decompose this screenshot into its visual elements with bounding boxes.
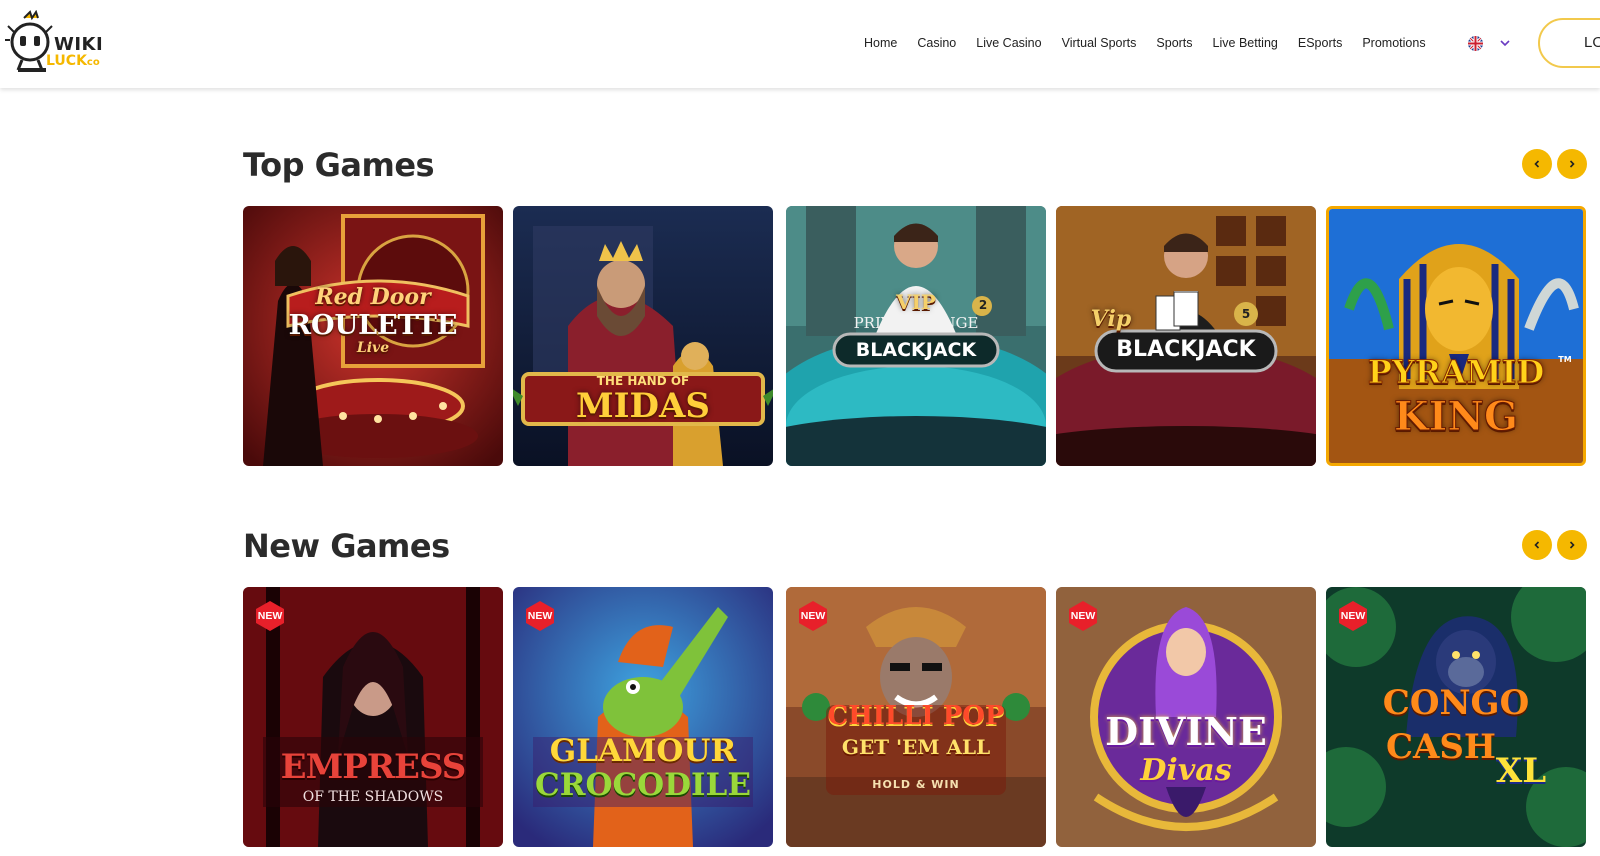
game-title-line1: VIP (896, 290, 936, 314)
nav-promotions[interactable]: Promotions (1362, 36, 1425, 50)
new-badge: NEW (1066, 599, 1100, 633)
game-art (786, 206, 1046, 466)
uk-flag-icon (1468, 35, 1483, 51)
game-title-line1: PYRAMID (1367, 353, 1545, 392)
chevron-right-icon (1569, 541, 1575, 549)
game-tile-glamour-crocodile[interactable]: NEW GLAMOUR CROCODILE (513, 587, 773, 847)
game-table-number: 5 (1241, 307, 1251, 321)
game-title-line3: Live (356, 340, 390, 356)
nav-live-betting[interactable]: Live Betting (1213, 36, 1278, 50)
game-tile-hand-of-midas[interactable]: THE HAND OF MIDAS (513, 206, 773, 466)
game-title-line2: BLACKJACK (1116, 337, 1256, 362)
game-title-line2: KING (1393, 393, 1519, 441)
new-badge: NEW (1336, 599, 1370, 633)
game-title-line1: CONGO (1382, 683, 1530, 723)
game-title-line1: CHILLI POP (827, 701, 1005, 731)
game-tile-vip-prive-blackjack[interactable]: VIP PRIVÉ LOUNGE BLACKJACK 2 (786, 206, 1046, 466)
game-title-line3: XL (1495, 751, 1547, 791)
main-nav: Home Casino Live Casino Virtual Sports S… (864, 32, 1426, 54)
game-trademark: TM (1558, 355, 1572, 364)
game-title-line1: Red Door (315, 284, 431, 310)
game-title-line3: HOLD & WIN (872, 778, 960, 791)
logo-wiki-text: WIKI (54, 34, 104, 55)
new-games-prev-button[interactable] (1522, 530, 1552, 560)
game-tile-red-door-roulette[interactable]: Red Door ROULETTE Live (243, 206, 503, 466)
new-badge: NEW (796, 599, 830, 633)
logo[interactable]: WIKI LUCKco (4, 10, 114, 76)
game-title-line2: CROCODILE (535, 767, 751, 803)
game-title-line2: MIDAS (576, 386, 710, 426)
new-games-next-button[interactable] (1557, 530, 1587, 560)
logo-luck-text: LUCKco (46, 53, 100, 69)
game-tile-congo-cash-xl[interactable]: NEW CONGO CASH XL (1326, 587, 1586, 847)
game-title-line1: EMPRESS (280, 747, 467, 787)
game-art (513, 206, 773, 466)
game-title-line2: OF THE SHADOWS (302, 789, 444, 805)
top-games-prev-button[interactable] (1522, 149, 1552, 179)
chevron-left-icon (1534, 160, 1540, 168)
nav-esports[interactable]: ESports (1298, 36, 1342, 50)
game-title-line1: DIVINE (1105, 709, 1267, 754)
game-tile-empress-of-the-shadows[interactable]: NEW EMPRESS OF THE SHADOWS (243, 587, 503, 847)
nav-casino[interactable]: Casino (917, 36, 956, 50)
top-games-title: Top Games (243, 146, 435, 184)
game-title-line2: PRIVÉ LOUNGE (853, 314, 979, 332)
chevron-down-icon (1500, 40, 1510, 47)
game-title-line2: GET 'EM ALL (841, 735, 991, 759)
game-title-line2: ROULETTE (288, 310, 458, 341)
chevron-right-icon (1569, 160, 1575, 168)
login-button[interactable]: LOGIN (1538, 18, 1600, 68)
game-art (1056, 206, 1316, 466)
nav-sports[interactable]: Sports (1156, 36, 1192, 50)
new-badge: NEW (523, 599, 557, 633)
game-tile-chilli-pop[interactable]: NEW CHILLI POP GET 'EM ALL HOLD & WIN (786, 587, 1046, 847)
language-selector[interactable] (1468, 34, 1516, 52)
top-games-next-button[interactable] (1557, 149, 1587, 179)
game-title-line3: BLACKJACK (855, 339, 977, 361)
new-badge: NEW (253, 599, 287, 633)
game-title-line1: GLAMOUR (549, 733, 737, 769)
chevron-left-icon (1534, 541, 1540, 549)
game-tile-divine-divas[interactable]: NEW DIVINE Divas (1056, 587, 1316, 847)
game-table-number: 2 (978, 298, 988, 312)
game-tile-vip-blackjack[interactable]: Vip BLACKJACK 5 (1056, 206, 1316, 466)
nav-live-casino[interactable]: Live Casino (976, 36, 1041, 50)
site-header: WIKI LUCKco Home Casino Live Casino Virt… (0, 0, 1600, 88)
new-games-title: New Games (243, 527, 450, 565)
nav-home[interactable]: Home (864, 36, 897, 50)
nav-virtual-sports[interactable]: Virtual Sports (1062, 36, 1137, 50)
game-title-line1: Vip (1090, 306, 1132, 332)
game-tile-pyramid-king[interactable]: PYRAMID KING TM (1326, 206, 1586, 466)
game-title-line2: Divas (1140, 753, 1232, 788)
